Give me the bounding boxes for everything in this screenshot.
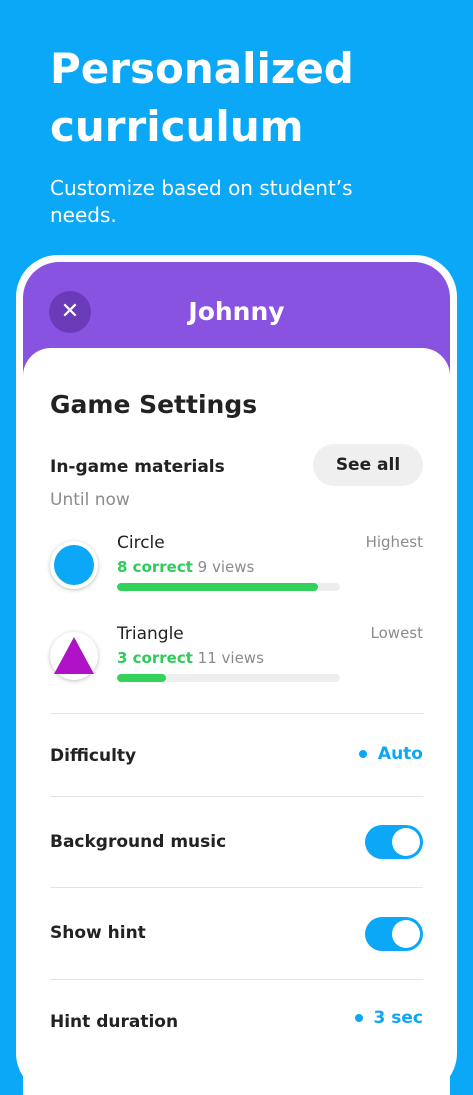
material-stats: 3 correct 11 views: [117, 649, 264, 667]
background-music-toggle[interactable]: [365, 825, 423, 859]
period-label: Until now: [50, 490, 130, 510]
circle-icon: [54, 545, 94, 585]
triangle-icon: [54, 637, 94, 674]
difficulty-selector[interactable]: Auto: [358, 744, 423, 764]
background-music-label: Background music: [50, 832, 227, 852]
material-icon: [50, 541, 98, 589]
difficulty-label: Difficulty: [50, 746, 137, 766]
material-name: Circle: [117, 533, 165, 553]
see-all-button[interactable]: See all: [313, 444, 423, 486]
progress-bar: [117, 674, 340, 682]
status-dot-icon: [358, 750, 367, 758]
view-count: 11 views: [197, 649, 264, 667]
divider: [50, 979, 423, 980]
hero-title: Personalized curriculum: [50, 44, 354, 151]
correct-count: 8 correct: [117, 558, 193, 576]
material-icon: [50, 632, 98, 680]
material-item-triangle[interactable]: Triangle Lowest 3 correct 11 views: [50, 624, 423, 694]
correct-count: 3 correct: [117, 649, 193, 667]
material-stats: 8 correct 9 views: [117, 558, 254, 576]
hint-duration-selector[interactable]: 3 sec: [354, 1008, 423, 1028]
difficulty-value: Auto: [377, 744, 423, 764]
materials-label: In-game materials: [50, 457, 225, 477]
hint-duration-label: Hint duration: [50, 1012, 179, 1032]
divider: [50, 796, 423, 797]
hint-duration-value: 3 sec: [373, 1008, 423, 1028]
show-hint-label: Show hint: [50, 923, 146, 943]
progress-fill: [117, 583, 318, 591]
settings-title: Game Settings: [50, 390, 258, 419]
divider: [50, 713, 423, 714]
settings-sheet: Game Settings In-game materials See all …: [23, 348, 450, 1095]
show-hint-toggle[interactable]: [365, 917, 423, 951]
status-dot-icon: [354, 1014, 363, 1022]
material-name: Triangle: [117, 624, 184, 644]
progress-bar: [117, 583, 340, 591]
material-rank: Highest: [365, 533, 423, 551]
material-rank: Lowest: [370, 624, 423, 642]
divider: [50, 887, 423, 888]
toggle-knob: [392, 828, 420, 856]
hero-subtitle: Customize based on student’s needs.: [50, 176, 353, 227]
phone-mockup: ✕ Johnny Game Settings In-game materials…: [16, 255, 457, 1095]
app-screen: ✕ Johnny Game Settings In-game materials…: [23, 262, 450, 1095]
view-count: 9 views: [197, 558, 255, 576]
toggle-knob: [392, 920, 420, 948]
student-name: Johnny: [188, 297, 285, 326]
progress-fill: [117, 674, 167, 682]
material-item-circle[interactable]: Circle Highest 8 correct 9 views: [50, 533, 423, 603]
